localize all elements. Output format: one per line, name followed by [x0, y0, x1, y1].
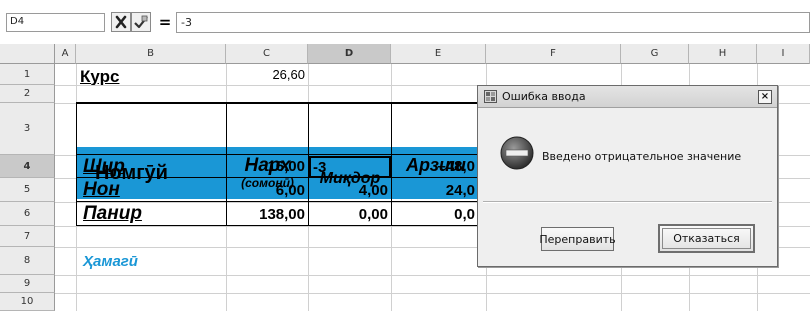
close-icon: ×	[760, 91, 770, 102]
column-header-a[interactable]: A	[55, 44, 76, 64]
row-header-7[interactable]: 7	[0, 226, 55, 247]
table-border	[226, 102, 227, 226]
table-border	[76, 154, 486, 155]
row-header-4[interactable]: 4	[0, 155, 55, 178]
table-border	[76, 177, 486, 178]
cell-b8[interactable]: Ҳамагӣ	[77, 247, 226, 275]
formula-bar: D4 = -3	[0, 0, 810, 40]
cancel-button-label: Отказаться	[662, 228, 751, 249]
cell-c5[interactable]: 6,00	[226, 178, 308, 202]
row-header-5[interactable]: 5	[0, 178, 55, 202]
formula-input[interactable]: -3	[176, 12, 810, 33]
app-icon	[484, 90, 497, 103]
cell-b1[interactable]: Курс	[80, 68, 220, 85]
column-header-d[interactable]: D	[308, 44, 391, 64]
dialog-titlebar[interactable]: Ошибка ввода ×	[478, 86, 777, 108]
error-stop-icon	[500, 136, 534, 170]
column-header-i[interactable]: I	[757, 44, 810, 64]
table-border	[76, 102, 77, 226]
cell-c4[interactable]: 16,00	[226, 155, 308, 178]
column-header-c[interactable]: C	[226, 44, 308, 64]
accept-edit-button[interactable]	[131, 12, 151, 32]
cell-e4[interactable]: –48,0	[391, 155, 478, 178]
dialog-title: Ошибка ввода	[502, 90, 586, 103]
function-button[interactable]: =	[155, 12, 175, 32]
table-border	[76, 102, 486, 104]
column-header-g[interactable]: G	[621, 44, 689, 64]
dialog-separator	[483, 201, 772, 203]
table-border	[391, 102, 392, 226]
cell-e6[interactable]: 0,0	[391, 202, 478, 226]
column-header-h[interactable]: H	[689, 44, 757, 64]
row-header-2[interactable]: 2	[0, 85, 55, 103]
row-header-6[interactable]: 6	[0, 202, 55, 226]
row-header-9[interactable]: 9	[0, 275, 55, 293]
grid-line	[55, 293, 810, 294]
cell-c1[interactable]: 26,60	[226, 64, 308, 85]
checkmark-icon	[134, 15, 148, 29]
column-header-f[interactable]: F	[486, 44, 621, 64]
name-box[interactable]: D4	[6, 13, 105, 32]
x-icon	[115, 15, 127, 29]
cancel-button[interactable]: Отказаться	[658, 224, 755, 253]
row-header-8[interactable]: 8	[0, 247, 55, 275]
cell-b4[interactable]: Шир	[77, 155, 226, 178]
cell-d5[interactable]: 4,00	[308, 178, 391, 202]
row-header-3[interactable]: 3	[0, 103, 55, 155]
table-border	[308, 102, 309, 226]
cell-d6[interactable]: 0,00	[308, 202, 391, 226]
row-header-10[interactable]: 10	[0, 293, 55, 311]
dialog-message: Введено отрицательное значение	[542, 150, 742, 163]
column-header-e[interactable]: E	[391, 44, 486, 64]
row-header-1[interactable]: 1	[0, 64, 55, 85]
cell-d4-active[interactable]: -3	[309, 156, 391, 178]
cancel-edit-button[interactable]	[111, 12, 131, 32]
cell-c6[interactable]: 138,00	[226, 202, 308, 226]
cell-b6[interactable]: Панир	[77, 202, 226, 226]
column-header-b[interactable]: B	[76, 44, 226, 64]
cell-b5[interactable]: Нон	[77, 178, 226, 202]
retry-button[interactable]: Переправить	[539, 227, 616, 251]
close-button[interactable]: ×	[758, 90, 772, 104]
table-border	[76, 201, 486, 202]
select-all-corner[interactable]	[0, 44, 55, 64]
table-border	[76, 225, 486, 226]
input-error-dialog: Ошибка ввода × Введено отрицательное зна…	[477, 85, 778, 267]
grid-line	[55, 275, 810, 276]
cell-e5[interactable]: 24,0	[391, 178, 478, 202]
